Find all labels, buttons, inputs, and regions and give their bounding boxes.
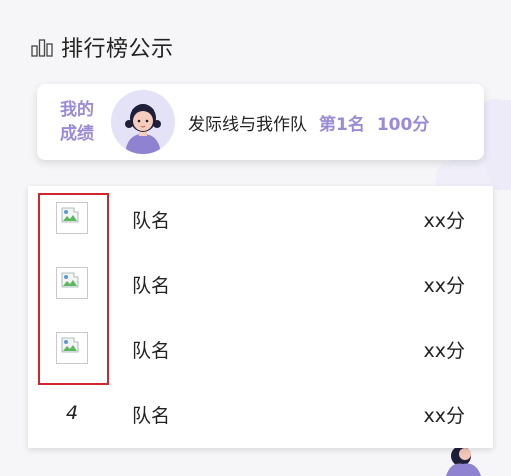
ranking-list: 队名 xx分 队名 xx分 队名 xx分 4 队名 xx分	[28, 186, 493, 448]
broken-image-icon	[56, 202, 88, 234]
rank-cell	[56, 202, 88, 234]
page-title: 排行榜公示	[61, 37, 174, 62]
table-row: 队名 xx分	[28, 251, 493, 316]
my-score-card: 我的 成绩 发际线与我作队 第1名 100分	[37, 84, 484, 160]
broken-image-icon	[56, 267, 88, 299]
my-score-label-line2: 成绩	[60, 124, 94, 144]
my-score-label: 我的 成绩	[49, 98, 105, 146]
bar-chart-icon	[31, 37, 53, 57]
team-name: 队名	[132, 340, 171, 362]
table-row: 4 队名 xx分	[28, 381, 493, 446]
my-score-value: 100分	[376, 114, 430, 135]
rank-cell: 4	[56, 397, 88, 429]
team-name: 队名	[132, 275, 171, 297]
table-row: 队名 xx分	[28, 186, 493, 251]
rank-cell	[56, 267, 88, 299]
team-score: xx分	[423, 405, 466, 427]
girl-avatar-icon	[111, 90, 175, 154]
avatar	[111, 90, 175, 154]
team-score: xx分	[423, 275, 466, 297]
team-name: 队名	[132, 405, 171, 427]
team-score: xx分	[423, 210, 466, 232]
table-row: 队名 xx分	[28, 316, 493, 381]
rank-number: 4	[65, 402, 79, 424]
team-score: xx分	[423, 340, 466, 362]
team-name: 队名	[132, 210, 171, 232]
rank-cell	[56, 332, 88, 364]
broken-image-icon	[56, 332, 88, 364]
page-header: 排行榜公示	[31, 31, 174, 63]
my-rank: 第1名	[319, 114, 365, 135]
my-team-name: 发际线与我作队	[188, 114, 307, 135]
my-score-label-line1: 我的	[60, 100, 94, 120]
